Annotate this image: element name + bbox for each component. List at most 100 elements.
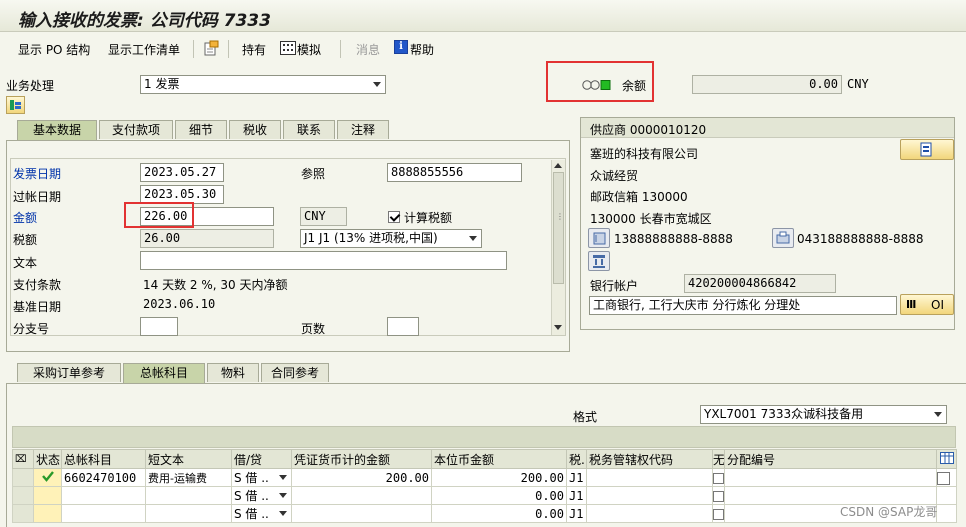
- col-amount-local[interactable]: 本位币金额: [431, 449, 567, 469]
- reference-field[interactable]: 8888855556: [387, 163, 522, 182]
- debit-credit-value: S 借 ..: [234, 489, 269, 503]
- gl-account-cell[interactable]: [61, 486, 146, 505]
- tab-gl-account[interactable]: 总帐科目: [123, 363, 205, 383]
- row-selector[interactable]: [12, 504, 34, 523]
- layout-select[interactable]: YXL7001 7333众诚科技备用: [700, 405, 947, 424]
- show-po-structure-button[interactable]: 显示 PO 结构: [18, 41, 90, 58]
- vendor-name2: 众诚经贸: [590, 169, 639, 183]
- assignment-cell[interactable]: [724, 468, 937, 487]
- column-config-icon[interactable]: [936, 449, 957, 469]
- no-tax-checkbox[interactable]: [713, 490, 724, 502]
- select-all-icon[interactable]: ⌧: [12, 449, 34, 469]
- no-tax-cell[interactable]: [712, 486, 725, 505]
- tab-material[interactable]: 物料: [207, 363, 259, 382]
- table-row[interactable]: S 借 .. 0.00 J1: [12, 504, 957, 523]
- fax-button[interactable]: [772, 228, 794, 248]
- tab-notes[interactable]: 注释: [337, 120, 389, 139]
- table-row[interactable]: S 借 .. 0.00 J1: [12, 486, 957, 505]
- col-debit-credit[interactable]: 借/贷: [231, 449, 292, 469]
- amount-local-cell[interactable]: 0.00: [431, 486, 567, 505]
- open-items-button[interactable]: Ⅲ OI: [900, 294, 954, 315]
- tab-details[interactable]: 细节: [175, 120, 227, 139]
- col-gl-account[interactable]: 总帐科目: [61, 449, 146, 469]
- tab-tax[interactable]: 税收: [229, 120, 281, 139]
- help-button[interactable]: 帮助: [410, 41, 434, 58]
- debit-credit-cell[interactable]: S 借 ..: [231, 504, 292, 523]
- amount-doc-cell[interactable]: [291, 504, 432, 523]
- tax-code-cell[interactable]: J1: [566, 468, 587, 487]
- row-end-cell: [936, 486, 957, 505]
- no-tax-cell[interactable]: [712, 504, 725, 523]
- col-assignment[interactable]: 分配编号: [724, 449, 937, 469]
- scroll-grip-icon: ⋮: [556, 212, 564, 221]
- scroll-up-icon[interactable]: [554, 163, 562, 168]
- amount-doc-cell[interactable]: 200.00: [291, 468, 432, 487]
- tab-contact[interactable]: 联系: [283, 120, 335, 139]
- col-no-tax[interactable]: 无: [712, 449, 725, 469]
- status-cell: [33, 504, 62, 523]
- col-amount-doc[interactable]: 凭证货币计的金额: [291, 449, 432, 469]
- debit-credit-value: S 借 ..: [234, 507, 269, 521]
- amount-doc-cell[interactable]: [291, 486, 432, 505]
- col-short-text[interactable]: 短文本: [145, 449, 232, 469]
- row-selector[interactable]: [12, 468, 34, 487]
- table-header-row: ⌧ 状态 总帐科目 短文本 借/贷 凭证货币计的金额 本位币金额 税. 税务管辖…: [12, 449, 957, 469]
- basic-data-scrollbar[interactable]: ⋮: [551, 160, 565, 335]
- text-field[interactable]: [140, 251, 507, 270]
- document-icon[interactable]: [203, 40, 219, 56]
- short-text-cell[interactable]: 费用-运输费: [145, 468, 232, 487]
- page-field[interactable]: [387, 317, 419, 336]
- phone-button[interactable]: [588, 228, 610, 248]
- no-tax-checkbox[interactable]: [713, 472, 724, 484]
- scroll-down-icon[interactable]: [554, 325, 562, 330]
- no-tax-cell[interactable]: [712, 468, 725, 487]
- tab-contract-reference[interactable]: 合同参考: [261, 363, 329, 382]
- col-status[interactable]: 状态: [33, 449, 62, 469]
- hold-button[interactable]: 持有: [242, 41, 266, 58]
- amount-local-cell[interactable]: 0.00: [431, 504, 567, 523]
- show-worklist-button[interactable]: 显示工作清单: [108, 41, 180, 58]
- vendor-extra-button[interactable]: [588, 251, 610, 271]
- tax-jurisdiction-cell[interactable]: [586, 504, 713, 523]
- tab-payment[interactable]: 支付款项: [99, 120, 173, 139]
- assignment-cell[interactable]: [724, 486, 937, 505]
- tab-po-reference[interactable]: 采购订单参考: [17, 363, 121, 382]
- transaction-select[interactable]: 1 发票: [140, 75, 386, 94]
- row-selector[interactable]: [12, 486, 34, 505]
- amount-local-cell[interactable]: 200.00: [431, 468, 567, 487]
- tax-code-select[interactable]: J1 J1 (13% 进项税,中国): [300, 229, 482, 248]
- short-text-cell[interactable]: [145, 504, 232, 523]
- simulate-button[interactable]: 模拟: [297, 41, 321, 58]
- vendor-title: 供应商 0000010120: [590, 123, 707, 137]
- invoice-date-field[interactable]: 2023.05.27: [140, 163, 224, 182]
- row-extra-checkbox[interactable]: [937, 471, 950, 485]
- scroll-thumb[interactable]: [553, 172, 564, 284]
- business-place-label: 分支号: [13, 322, 50, 336]
- debit-credit-value: S 借 ..: [234, 471, 269, 485]
- row-end-cell: [936, 504, 957, 523]
- tax-jurisdiction-cell[interactable]: [586, 468, 713, 487]
- messages-button[interactable]: 消息: [356, 41, 380, 58]
- short-text-cell[interactable]: [145, 486, 232, 505]
- calc-tax-checkbox[interactable]: [388, 209, 400, 223]
- vendor-po-box: 邮政信箱 130000: [590, 190, 688, 204]
- expand-header-icon[interactable]: [6, 96, 25, 114]
- tab-basic-data[interactable]: 基本数据: [17, 120, 97, 140]
- calc-tax-check[interactable]: [388, 210, 400, 223]
- business-place-field[interactable]: [140, 317, 178, 336]
- tax-code-cell[interactable]: J1: [566, 486, 587, 505]
- col-tax-code[interactable]: 税.: [566, 449, 587, 469]
- col-tax-jurisdiction[interactable]: 税务管辖权代码: [586, 449, 713, 469]
- tax-jurisdiction-cell[interactable]: [586, 486, 713, 505]
- transaction-label: 业务处理: [6, 79, 55, 93]
- debit-credit-cell[interactable]: S 借 ..: [231, 486, 292, 505]
- text-label: 文本: [13, 256, 38, 270]
- gl-account-cell[interactable]: [61, 504, 146, 523]
- balance-field: 0.00: [692, 75, 842, 94]
- no-tax-checkbox[interactable]: [713, 508, 724, 520]
- debit-credit-cell[interactable]: S 借 ..: [231, 468, 292, 487]
- gl-account-cell[interactable]: 6602470100: [61, 468, 146, 487]
- vendor-detail-button[interactable]: [900, 139, 954, 160]
- tax-code-cell[interactable]: J1: [566, 504, 587, 523]
- table-row[interactable]: 6602470100 费用-运输费 S 借 .. 200.00 200.00 J…: [12, 468, 957, 487]
